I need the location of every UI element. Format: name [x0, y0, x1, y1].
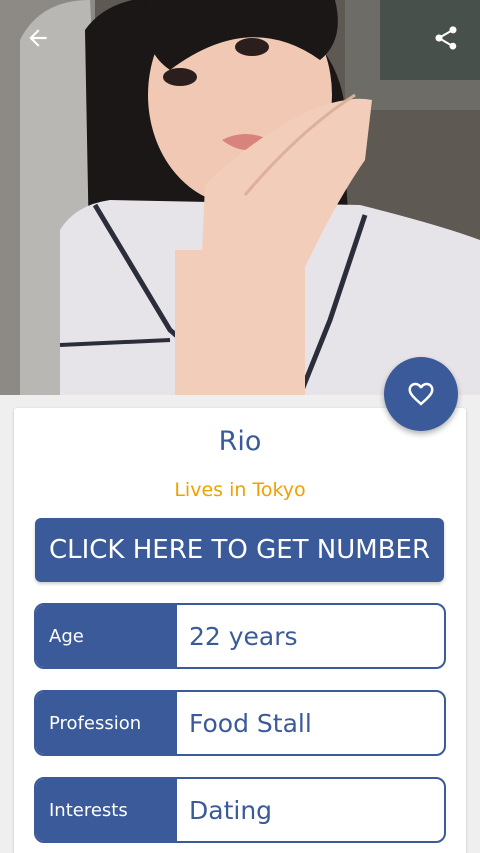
detail-value: Dating: [189, 795, 273, 825]
back-button[interactable]: [22, 22, 54, 54]
share-icon: [435, 26, 457, 50]
profile-location: Lives in Tokyo: [174, 479, 306, 501]
profile-photo: [0, 0, 480, 395]
detail-value: 22 years: [189, 621, 298, 651]
detail-label: Profession: [36, 692, 177, 754]
get-number-button[interactable]: CLICK HERE TO GET NUMBER: [35, 518, 444, 582]
detail-value: Food Stall: [189, 708, 312, 738]
detail-row-age: Age 22 years: [34, 603, 446, 669]
profile-photo-illustration: [0, 0, 480, 395]
detail-row-interests: Interests Dating: [34, 777, 446, 843]
arrow-left-icon: [29, 29, 47, 47]
detail-label: Age: [36, 605, 177, 667]
profile-name: Rio: [218, 426, 262, 457]
detail-label: Interests: [36, 779, 177, 841]
heart-outline-icon: [408, 382, 434, 406]
detail-row-profession: Profession Food Stall: [34, 690, 446, 756]
share-button[interactable]: [430, 22, 462, 54]
favorite-button[interactable]: [384, 357, 458, 431]
